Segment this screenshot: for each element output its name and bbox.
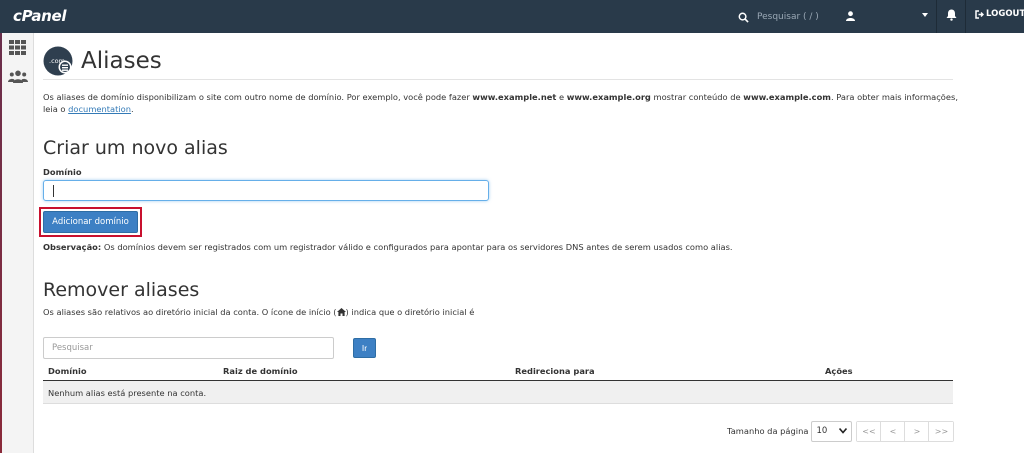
com-domain-icon: .com [43, 46, 73, 76]
column-actions: Ações [825, 366, 853, 376]
user-menu[interactable] [846, 9, 930, 25]
go-button[interactable]: Ir [353, 338, 376, 358]
user-icon [846, 11, 855, 21]
first-page-button[interactable]: << [857, 421, 882, 441]
page-title: Aliases [81, 48, 162, 74]
page-size-select[interactable]: 10 [811, 420, 853, 442]
domain-input[interactable] [43, 180, 489, 201]
column-redirects-to[interactable]: Redireciona para [515, 366, 595, 376]
table-row: Nenhum alias está presente na conta. [43, 381, 953, 404]
top-search[interactable]: Pesquisar ( / ) [738, 9, 819, 25]
text-cursor [53, 185, 54, 197]
remove-aliases-heading: Remover aliases [43, 279, 200, 301]
aliases-table: Domínio Raiz de domínio Redireciona para… [43, 361, 953, 404]
pagination: Tamanho da página 10 << < > >> [727, 420, 955, 442]
remove-info-text: Os aliases são relativos ao diretório in… [43, 307, 337, 317]
create-alias-heading: Criar um novo alias [43, 137, 228, 159]
domain-label: Domínio [43, 167, 82, 177]
sidebar [0, 33, 34, 453]
page-description: Os aliases de domínio disponibilizam o s… [43, 91, 958, 115]
top-bar: cPanel Pesquisar ( / ) LOGOUT [0, 0, 1024, 33]
cpanel-logo[interactable]: cPanel [13, 7, 67, 25]
description-text: mostrar conteúdo de [650, 92, 744, 102]
note-label: Observação: [43, 242, 102, 252]
page-header: .com Aliases [43, 43, 162, 79]
note-text: Observação: Os domínios devem ser regist… [43, 242, 733, 252]
table-header: Domínio Raiz de domínio Redireciona para… [43, 361, 953, 381]
example-com: www.example.com [743, 92, 831, 102]
next-page-button[interactable]: > [905, 421, 930, 441]
users-icon[interactable] [8, 70, 28, 84]
grid-icon[interactable] [9, 40, 26, 55]
column-domain[interactable]: Domínio [48, 366, 87, 376]
remove-info-text: ) indica que o diretório inicial é [345, 307, 475, 317]
empty-message: Nenhum alias está presente na conta. [48, 388, 207, 398]
home-icon [336, 308, 346, 316]
example-net: www.example.net [472, 92, 557, 102]
logout-label: LOGOUT [986, 9, 1024, 19]
top-search-placeholder[interactable]: Pesquisar ( / ) [757, 12, 819, 22]
divider [965, 0, 966, 33]
description-text: e [556, 92, 567, 102]
example-org: www.example.org [566, 92, 651, 102]
column-domain-root[interactable]: Raiz de domínio [223, 366, 298, 376]
caret-down-icon [922, 13, 928, 17]
description-text: . [131, 104, 134, 114]
description-text: Os aliases de domínio disponibilizam o s… [43, 92, 473, 102]
divider [43, 79, 953, 80]
logout-button[interactable]: LOGOUT [975, 9, 1024, 19]
remove-info: Os aliases são relativos ao diretório in… [43, 307, 474, 317]
prev-page-button[interactable]: < [881, 421, 906, 441]
chevron-down-icon [839, 427, 848, 434]
documentation-link[interactable]: documentation [68, 104, 131, 114]
last-page-button[interactable]: >> [929, 421, 954, 441]
logout-icon [975, 9, 984, 19]
add-domain-button[interactable]: Adicionar domínio [43, 211, 138, 233]
page-size-label: Tamanho da página [727, 426, 809, 436]
note-body: Os domínios devem ser registrados com um… [101, 242, 733, 252]
sidebar-stripe [0, 33, 2, 453]
search-icon [738, 12, 749, 23]
divider [936, 0, 937, 33]
page-size-value: 10 [816, 426, 828, 436]
alias-search-input[interactable]: Pesquisar [43, 337, 334, 359]
bell-icon[interactable] [946, 9, 957, 21]
page-nav: << < > >> [856, 420, 955, 442]
